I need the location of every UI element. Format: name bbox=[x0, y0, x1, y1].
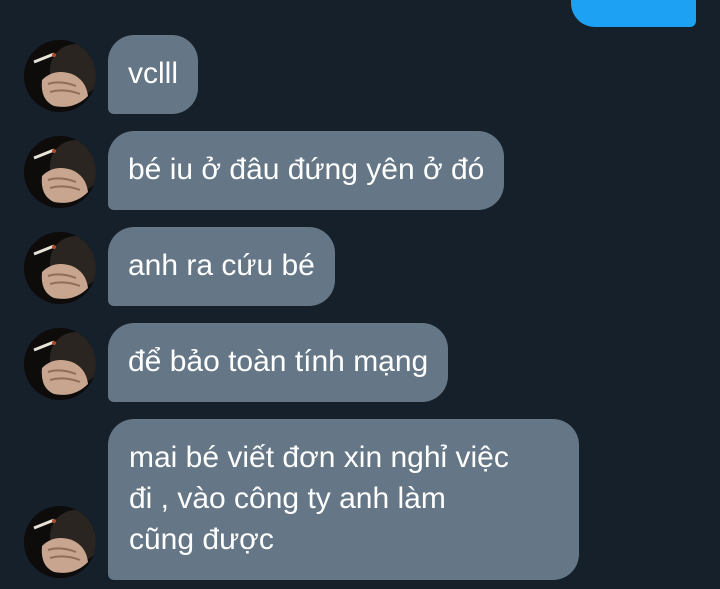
sent-message-bubble[interactable] bbox=[571, 0, 696, 27]
sender-avatar[interactable] bbox=[24, 328, 96, 400]
avatar-photo-icon bbox=[24, 506, 96, 578]
avatar-photo-icon bbox=[24, 136, 96, 208]
message-line: cũng được bbox=[129, 523, 274, 556]
received-message-bubble[interactable]: mai bé viết đơn xin nghỉ việc đi , vào c… bbox=[108, 419, 579, 580]
message-row: vclll bbox=[24, 35, 198, 114]
message-row: bé iu ở đâu đứng yên ở đó bbox=[24, 131, 505, 210]
conversation-view[interactable]: vclll bé iu ở đâu đứng yên ở đó anh ra c… bbox=[0, 0, 720, 589]
avatar-photo-icon bbox=[24, 328, 96, 400]
sender-avatar[interactable] bbox=[24, 506, 96, 578]
received-message-bubble[interactable]: anh ra cứu bé bbox=[108, 227, 335, 306]
received-message-bubble[interactable]: vclll bbox=[108, 35, 198, 114]
message-row: mai bé viết đơn xin nghỉ việc đi , vào c… bbox=[24, 419, 579, 580]
sender-avatar[interactable] bbox=[24, 232, 96, 304]
message-line: mai bé viết đơn xin nghỉ việc bbox=[129, 441, 509, 474]
received-message-bubble[interactable]: bé iu ở đâu đứng yên ở đó bbox=[108, 131, 505, 210]
avatar-photo-icon bbox=[24, 232, 96, 304]
message-row: để bảo toàn tính mạng bbox=[24, 323, 449, 402]
sender-avatar[interactable] bbox=[24, 136, 96, 208]
avatar-photo-icon bbox=[24, 40, 96, 112]
sender-avatar[interactable] bbox=[24, 40, 96, 112]
received-message-bubble[interactable]: để bảo toàn tính mạng bbox=[108, 323, 449, 402]
message-row: anh ra cứu bé bbox=[24, 227, 335, 306]
message-line: đi , vào công ty anh làm bbox=[129, 482, 446, 515]
